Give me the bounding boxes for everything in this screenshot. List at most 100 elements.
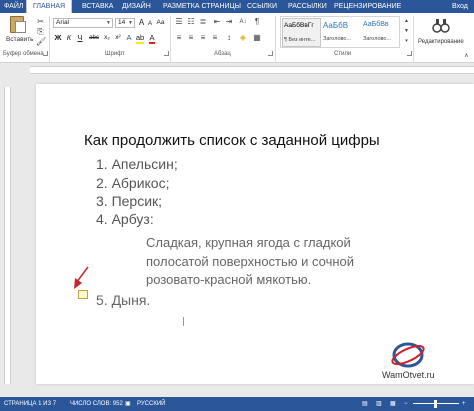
autocorrect-options-icon[interactable]	[78, 290, 88, 299]
editing-button[interactable]: Редактирование	[418, 15, 466, 51]
group-label-font: Шрифт	[105, 51, 125, 57]
cut-icon[interactable]: ✂	[36, 18, 45, 26]
read-mode-icon[interactable]: ▤	[362, 397, 368, 411]
page-count[interactable]: СТРАНИЦА 1 ИЗ 7	[4, 397, 56, 411]
subscript-button[interactable]: x₂	[102, 33, 112, 43]
justify-icon[interactable]: ≡	[210, 34, 220, 42]
zoom-out-button[interactable]: −	[404, 397, 408, 411]
increase-indent-icon[interactable]: ⇥	[224, 18, 234, 26]
group-separator	[275, 16, 276, 62]
web-layout-icon[interactable]: ▦	[390, 397, 396, 411]
underline-button[interactable]: Ч	[75, 33, 85, 43]
align-center-icon[interactable]: ≡	[186, 34, 196, 42]
dialog-launcher-icon[interactable]	[268, 51, 273, 56]
editing-label: Редактирование	[418, 39, 464, 45]
tab-design[interactable]: ДИЗАЙН	[122, 0, 151, 13]
watermark-text: WamOtvet.ru	[382, 370, 435, 380]
tab-references[interactable]: ССЫЛКИ	[247, 0, 277, 13]
document-page[interactable]: Как продолжить список с заданной цифры 1…	[36, 84, 474, 384]
group-label-styles: Стили	[334, 51, 352, 57]
tab-mailings[interactable]: РАССЫЛКИ	[288, 0, 327, 13]
group-label-paragraph: Абзац	[214, 51, 231, 57]
clipboard-icon	[10, 16, 26, 33]
align-right-icon[interactable]: ≡	[198, 34, 208, 42]
document-heading: Как продолжить список с заданной цифры	[84, 132, 380, 149]
paste-label: Вставить	[6, 36, 34, 43]
tab-file[interactable]: ФАЙЛ	[4, 0, 24, 13]
style-name: ¶ Без инте...	[284, 37, 316, 43]
proofing-icon[interactable]: ▣	[125, 397, 131, 411]
format-painter-icon[interactable]: 🖌	[36, 38, 46, 46]
group-separator	[413, 16, 414, 62]
scroll-down-icon[interactable]: ▼	[402, 27, 411, 35]
sort-icon[interactable]: A↓	[238, 18, 248, 26]
collapse-ribbon-icon[interactable]: ∧	[462, 52, 471, 60]
font-name-value: Arial	[56, 19, 70, 26]
ribbon-tab-bar: ФАЙЛ ГЛАВНАЯ ВСТАВКА ДИЗАЙН РАЗМЕТКА СТР…	[0, 0, 474, 13]
tab-review[interactable]: РЕЦЕНЗИРОВАНИЕ	[334, 0, 401, 13]
text-effects-icon[interactable]: A	[124, 33, 134, 43]
zoom-in-button[interactable]: +	[462, 397, 466, 411]
font-color-button[interactable]: A	[147, 33, 157, 44]
borders-icon[interactable]: ▦	[252, 34, 262, 42]
superscript-button[interactable]: x²	[113, 33, 123, 43]
bold-button[interactable]: Ж	[53, 33, 63, 43]
copy-icon[interactable]: ⎘	[36, 28, 45, 36]
list-item: 3. Персик;	[96, 193, 163, 209]
style-name: Заголово...	[363, 36, 392, 42]
style-preview: АаБбВвГг	[284, 22, 314, 29]
style-name: Заголово...	[323, 36, 352, 42]
font-size-combo[interactable]: 14 ▼	[115, 18, 135, 28]
shading-icon[interactable]: ◈	[238, 34, 248, 42]
change-case-button[interactable]: Aa	[155, 18, 166, 28]
style-preview: АаБбВ	[323, 21, 349, 30]
chevron-down-icon: ▼	[106, 20, 111, 26]
zoom-slider-thumb[interactable]	[434, 400, 437, 408]
group-label-clipboard: Буфер обмена	[3, 51, 44, 57]
indented-paragraph: Сладкая, крупная ягода с гладкой полосат…	[146, 235, 355, 287]
decrease-indent-icon[interactable]: ⇤	[212, 18, 222, 26]
ruler-track	[4, 87, 11, 384]
tab-home[interactable]: ГЛАВНАЯ	[26, 0, 73, 13]
style-normal[interactable]: АаБбВвГг ¶ Без инте...	[282, 18, 321, 47]
align-left-icon[interactable]: ≡	[174, 34, 184, 42]
scroll-up-icon[interactable]: ▲	[402, 17, 411, 25]
wamotvet-logo	[391, 342, 425, 368]
vertical-ruler[interactable]	[0, 77, 14, 384]
styles-gallery: АаБбВвГг ¶ Без инте... АаБбВ Заголово...…	[280, 16, 400, 48]
sign-in-link[interactable]: Вход	[452, 0, 468, 13]
shrink-font-button[interactable]: A	[146, 19, 154, 29]
style-heading-1[interactable]: АаБбВ Заголово...	[322, 18, 361, 47]
tab-layout[interactable]: РАЗМЕТКА СТРАНИЦЫ	[163, 0, 241, 13]
tab-insert[interactable]: ВСТАВКА	[82, 0, 113, 13]
language-indicator[interactable]: РУССКИЙ	[137, 397, 165, 411]
style-preview: АаБбВв	[363, 21, 389, 28]
group-separator	[170, 16, 171, 62]
list-item: 5. Дыня.	[96, 292, 151, 308]
horizontal-ruler[interactable]	[0, 63, 474, 77]
list-item: 2. Абрикос;	[96, 175, 170, 191]
font-name-combo[interactable]: Arial ▼	[53, 18, 113, 28]
dialog-launcher-icon[interactable]	[43, 51, 48, 56]
style-heading-2[interactable]: АаБбВв Заголово...	[362, 18, 401, 47]
paste-button[interactable]: Вставить	[6, 15, 34, 51]
grow-font-button[interactable]: A	[137, 18, 146, 28]
chevron-down-icon: ▼	[128, 20, 133, 26]
strikethrough-button[interactable]: abc	[87, 33, 101, 43]
more-styles-icon[interactable]: ▾	[402, 37, 411, 45]
word-count[interactable]: ЧИСЛО СЛОВ: 952	[70, 397, 123, 411]
multilevel-list-icon[interactable]: ≣	[198, 18, 208, 26]
ruler-track	[30, 66, 474, 74]
list-item: 1. Апельсин;	[96, 156, 178, 172]
text-cursor	[183, 317, 184, 326]
line-spacing-icon[interactable]: ↕	[224, 34, 234, 42]
print-layout-icon[interactable]: ▥	[376, 397, 382, 411]
bullets-icon[interactable]: ☰	[174, 18, 184, 26]
show-marks-icon[interactable]: ¶	[252, 18, 262, 26]
dialog-launcher-icon[interactable]	[407, 51, 412, 56]
numbering-icon[interactable]: ☷	[186, 18, 196, 26]
highlight-color-icon[interactable]: ab	[135, 33, 145, 44]
list-item: 4. Арбуз:	[96, 211, 154, 227]
dialog-launcher-icon[interactable]	[164, 51, 169, 56]
italic-button[interactable]: К	[64, 33, 74, 43]
